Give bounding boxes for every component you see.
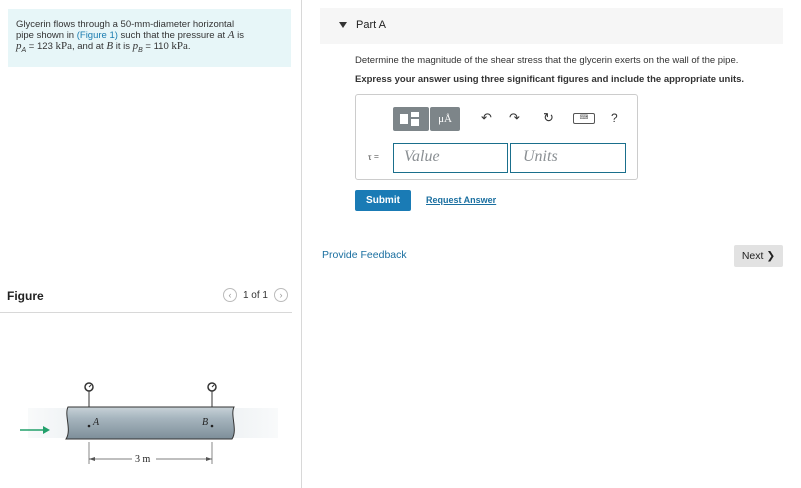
equation-toolbar: μÅ ↶ ↷ ↻ ⌨ ?: [393, 107, 623, 131]
help-icon[interactable]: ?: [611, 111, 618, 125]
instruction-text: Express your answer using three signific…: [355, 74, 745, 85]
next-button[interactable]: Next ❯: [734, 245, 783, 267]
problem-statement: Glycerin flows through a 50-mm-diameter …: [8, 9, 291, 67]
figure-header: Figure ‹ 1 of 1 ›: [0, 284, 292, 313]
reset-icon[interactable]: ↻: [543, 110, 554, 126]
keyboard-icon[interactable]: ⌨: [573, 113, 595, 124]
provide-feedback-link[interactable]: Provide Feedback: [322, 249, 407, 261]
collapse-triangle-icon[interactable]: [339, 22, 347, 28]
tau-label: τ =: [368, 152, 379, 162]
pipe-body: [65, 406, 235, 440]
part-a-header[interactable]: Part A: [320, 8, 783, 44]
request-answer-link[interactable]: Request Answer: [426, 195, 496, 205]
redo-icon[interactable]: ↷: [509, 110, 520, 126]
label-point-a: A: [92, 417, 100, 428]
units-input[interactable]: Units: [510, 143, 626, 173]
question-text: Determine the magnitude of the shear str…: [355, 55, 739, 66]
pager-count: 1 of 1: [242, 289, 268, 301]
chevron-left-icon[interactable]: ‹: [222, 288, 237, 302]
right-pane: Part A Determine the magnitude of the sh…: [302, 0, 801, 488]
pipe-figure: A B 3 m: [20, 382, 278, 465]
left-pane: Glycerin flows through a 50-mm-diameter …: [0, 0, 301, 488]
dimension-label: 3 m: [135, 454, 151, 465]
part-a-label: Part A: [356, 19, 386, 31]
value-input[interactable]: Value: [393, 143, 508, 173]
submit-button[interactable]: Submit: [355, 190, 411, 211]
units-symbol-button[interactable]: μÅ: [430, 107, 460, 131]
problem-line-3: pA = 123 kPa, and at B it is pB = 110 kP…: [16, 40, 191, 54]
chevron-right-icon[interactable]: ›: [274, 288, 288, 302]
undo-icon[interactable]: ↶: [481, 110, 492, 126]
figure-title: Figure: [7, 289, 44, 303]
templates-icon[interactable]: [393, 107, 429, 131]
problem-line-1: Glycerin flows through a 50-mm-diameter …: [16, 19, 235, 30]
answer-box: μÅ ↶ ↷ ↻ ⌨ ? τ = Value Units: [355, 94, 638, 180]
label-point-b: B: [202, 417, 208, 428]
figure-pager: ‹ 1 of 1 ›: [222, 288, 288, 302]
